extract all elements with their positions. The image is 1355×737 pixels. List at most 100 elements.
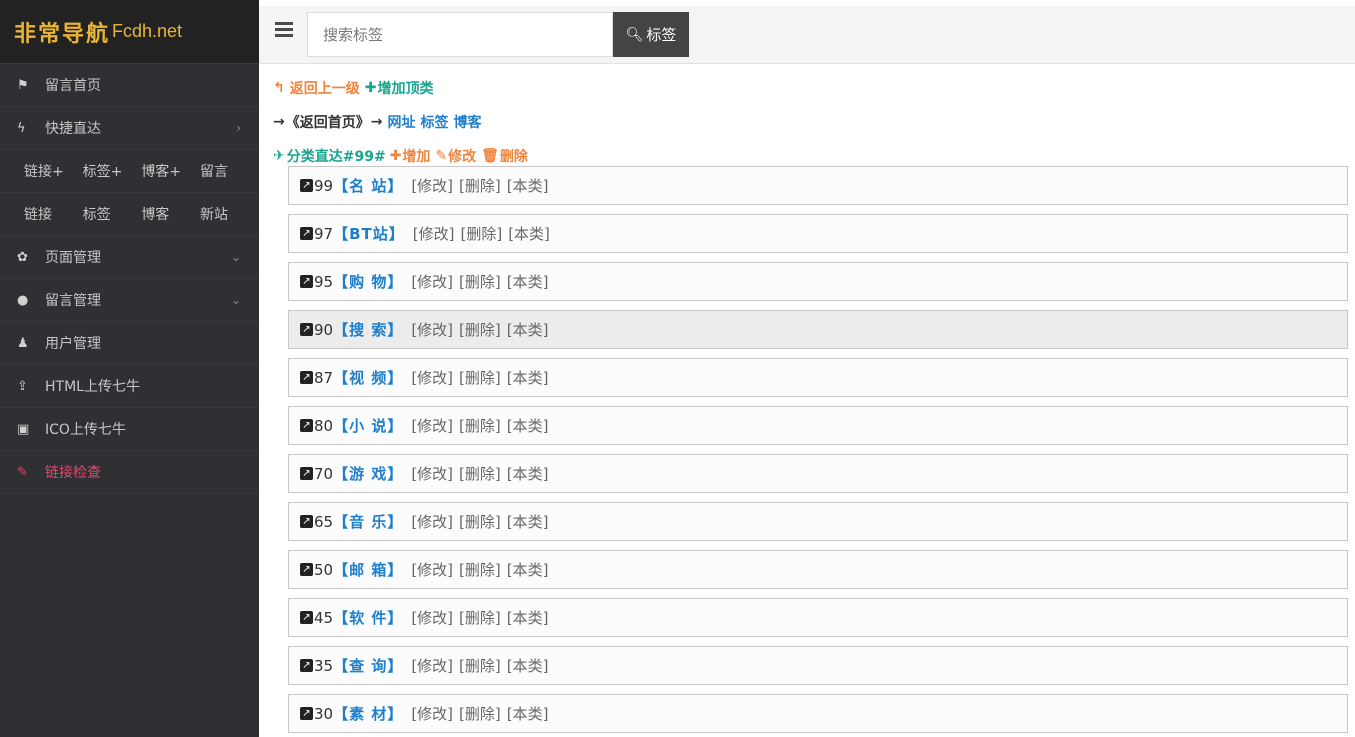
hamburger-menu-icon[interactable] [275, 22, 293, 38]
category-row[interactable]: ↗ 87 【视 频】 [修改] [删除] [本类] [288, 358, 1348, 397]
edit-link[interactable]: [修改] [411, 655, 453, 676]
this-category-link[interactable]: [本类] [507, 319, 549, 340]
edit-link[interactable]: [修改] [411, 559, 453, 580]
category-name[interactable]: 【小 说】 [333, 415, 403, 436]
external-link-icon[interactable]: ↗ [300, 179, 313, 192]
category-name[interactable]: 【视 频】 [333, 367, 403, 388]
sidebar-item-quick-access[interactable]: ϟ 快捷直达 › [0, 107, 259, 150]
edit-link[interactable]: [修改] [411, 463, 453, 484]
this-category-link[interactable]: [本类] [507, 655, 549, 676]
delete-link[interactable]: [删除] [459, 463, 501, 484]
edit-link[interactable]: [修改] [411, 607, 453, 628]
external-link-icon[interactable]: ↗ [300, 707, 313, 720]
quick-guestbook[interactable]: 留言 [200, 161, 228, 181]
this-category-link[interactable]: [本类] [508, 223, 550, 244]
edit-link[interactable]: [修改] [411, 175, 453, 196]
external-link-icon[interactable]: ↗ [300, 275, 313, 288]
edit-link[interactable]: [修改] [411, 271, 453, 292]
delete-link[interactable]: [删除] [459, 271, 501, 292]
external-link-icon[interactable]: ↗ [300, 227, 313, 240]
category-row[interactable]: ↗ 70 【游 戏】 [修改] [删除] [本类] [288, 454, 1348, 493]
add-top-category-link[interactable]: 增加顶类 [377, 78, 433, 98]
category-name[interactable]: 【查 询】 [333, 655, 403, 676]
sidebar-item-guestbook-home[interactable]: ⚑ 留言首页 [0, 64, 259, 107]
this-category-link[interactable]: [本类] [507, 271, 549, 292]
sidebar-item-page-management[interactable]: ✿ 页面管理 ⌄ [0, 236, 259, 279]
sidebar-item-user-management[interactable]: ♟ 用户管理 [0, 322, 259, 365]
category-name[interactable]: 【BT站】 [333, 223, 405, 244]
category-row[interactable]: ↗ 90 【搜 索】 [修改] [删除] [本类] [288, 310, 1348, 349]
category-name[interactable]: 【购 物】 [333, 271, 403, 292]
this-category-link[interactable]: [本类] [507, 703, 549, 724]
quick-new-site[interactable]: 新站 [200, 204, 228, 224]
external-link-icon[interactable]: ↗ [300, 467, 313, 480]
quick-tag[interactable]: 标签 [83, 204, 111, 224]
category-name[interactable]: 【素 材】 [333, 703, 403, 724]
back-up-link[interactable]: 返回上一级 [290, 78, 360, 98]
this-category-link[interactable]: [本类] [507, 367, 549, 388]
category-row[interactable]: ↗ 65 【音 乐】 [修改] [删除] [本类] [288, 502, 1348, 541]
category-name[interactable]: 【邮 箱】 [333, 559, 403, 580]
delete-link[interactable]: [删除] [459, 559, 501, 580]
quick-link[interactable]: 链接 [24, 204, 52, 224]
sidebar-item-link-check[interactable]: ✎ 链接检查 [0, 451, 259, 494]
add-category-link[interactable]: 增加 [402, 146, 430, 166]
external-link-icon[interactable]: ↗ [300, 659, 313, 672]
quick-tag-add[interactable]: 标签+ [83, 161, 123, 181]
search-button[interactable]: 🔍︎ 标签 [613, 12, 689, 57]
logo[interactable]: 非常导航 Fcdh.net [0, 0, 259, 64]
delete-category-link[interactable]: 删除 [500, 146, 528, 166]
url-link[interactable]: 网址 [387, 112, 415, 132]
back-home-link[interactable]: 《返回首页》 [286, 112, 370, 132]
category-row[interactable]: ↗ 45 【软 件】 [修改] [删除] [本类] [288, 598, 1348, 637]
delete-link[interactable]: [删除] [459, 319, 501, 340]
edit-category-link[interactable]: 修改 [448, 146, 476, 166]
delete-link[interactable]: [删除] [459, 415, 501, 436]
category-row[interactable]: ↗ 80 【小 说】 [修改] [删除] [本类] [288, 406, 1348, 445]
external-link-icon[interactable]: ↗ [300, 323, 313, 336]
this-category-link[interactable]: [本类] [507, 415, 549, 436]
quick-link-add[interactable]: 链接+ [24, 161, 64, 181]
this-category-link[interactable]: [本类] [507, 607, 549, 628]
quick-blog-add[interactable]: 博客+ [141, 161, 181, 181]
category-name[interactable]: 【搜 索】 [333, 319, 403, 340]
delete-link[interactable]: [删除] [459, 655, 501, 676]
this-category-link[interactable]: [本类] [507, 175, 549, 196]
category-row[interactable]: ↗ 97 【BT站】 [修改] [删除] [本类] [288, 214, 1348, 253]
category-name[interactable]: 【名 站】 [333, 175, 403, 196]
tag-link[interactable]: 标签 [420, 112, 448, 132]
external-link-icon[interactable]: ↗ [300, 371, 313, 384]
edit-link[interactable]: [修改] [411, 703, 453, 724]
delete-link[interactable]: [删除] [460, 223, 502, 244]
external-link-icon[interactable]: ↗ [300, 563, 313, 576]
external-link-icon[interactable]: ↗ [300, 515, 313, 528]
edit-link[interactable]: [修改] [411, 511, 453, 532]
edit-link[interactable]: [修改] [411, 319, 453, 340]
category-name[interactable]: 【游 戏】 [333, 463, 403, 484]
category-row[interactable]: ↗ 50 【邮 箱】 [修改] [删除] [本类] [288, 550, 1348, 589]
delete-link[interactable]: [删除] [459, 703, 501, 724]
edit-link[interactable]: [修改] [411, 367, 453, 388]
this-category-link[interactable]: [本类] [507, 463, 549, 484]
category-row[interactable]: ↗ 35 【查 询】 [修改] [删除] [本类] [288, 646, 1348, 685]
edit-link[interactable]: [修改] [411, 415, 453, 436]
edit-link[interactable]: [修改] [413, 223, 455, 244]
blog-link[interactable]: 博客 [453, 112, 481, 132]
delete-link[interactable]: [删除] [459, 175, 501, 196]
delete-link[interactable]: [删除] [459, 607, 501, 628]
category-row[interactable]: ↗ 99 【名 站】 [修改] [删除] [本类] [288, 166, 1348, 205]
category-row[interactable]: ↗ 95 【购 物】 [修改] [删除] [本类] [288, 262, 1348, 301]
this-category-link[interactable]: [本类] [507, 511, 549, 532]
category-name[interactable]: 【音 乐】 [333, 511, 403, 532]
external-link-icon[interactable]: ↗ [300, 611, 313, 624]
category-row[interactable]: ↗ 30 【素 材】 [修改] [删除] [本类] [288, 694, 1348, 733]
search-input[interactable] [307, 12, 613, 57]
sidebar-item-guestbook-management[interactable]: ● 留言管理 ⌄ [0, 279, 259, 322]
this-category-link[interactable]: [本类] [507, 559, 549, 580]
delete-link[interactable]: [删除] [459, 511, 501, 532]
category-name[interactable]: 【软 件】 [333, 607, 403, 628]
delete-link[interactable]: [删除] [459, 367, 501, 388]
quick-blog[interactable]: 博客 [141, 204, 169, 224]
external-link-icon[interactable]: ↗ [300, 419, 313, 432]
sidebar-item-html-upload[interactable]: ⇪ HTML上传七牛 [0, 365, 259, 408]
